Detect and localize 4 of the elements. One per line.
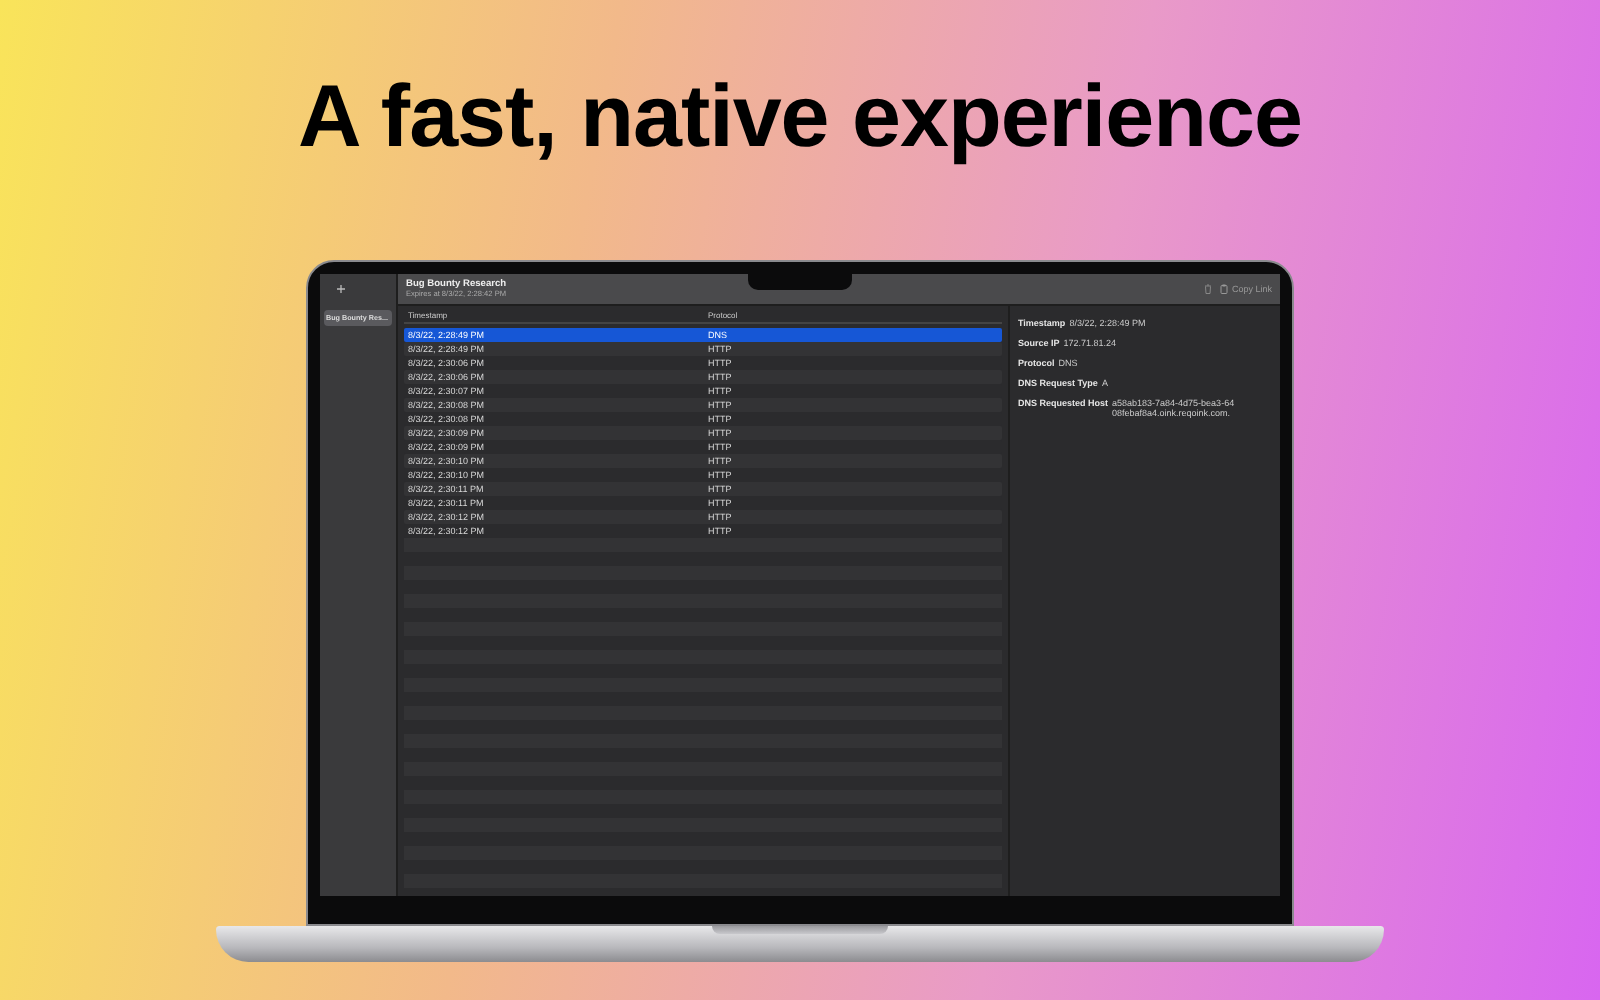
add-icon[interactable] xyxy=(336,284,346,294)
clipboard-icon xyxy=(1219,284,1228,294)
trash-icon[interactable] xyxy=(1203,284,1212,294)
headline: A fast, native experience xyxy=(298,68,1302,170)
